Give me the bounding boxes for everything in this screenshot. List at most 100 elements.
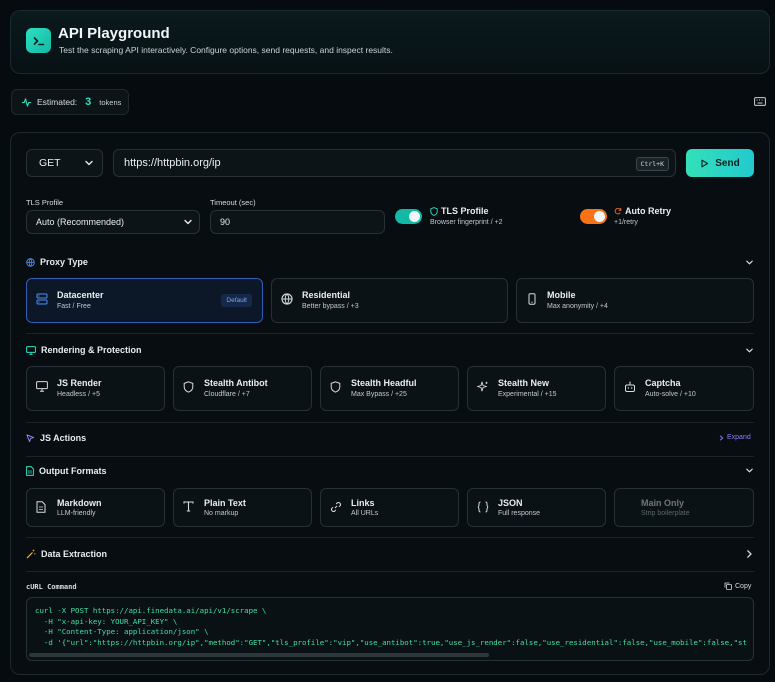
- chevron-right-icon[interactable]: [746, 549, 753, 559]
- card-title: Main Only: [641, 498, 685, 508]
- send-button[interactable]: Send: [686, 149, 754, 177]
- auto-retry-toggle[interactable]: [580, 209, 607, 224]
- type-icon: [183, 501, 194, 512]
- url-input[interactable]: https://httpbin.org/ip Ctrl+K: [113, 149, 676, 177]
- card-title: Links: [351, 498, 375, 508]
- render-card-stealth-antibot[interactable]: Stealth Antibot Cloudflare / +7: [173, 366, 312, 411]
- timeout-value: 90: [220, 217, 231, 227]
- js-actions-section-header[interactable]: JS Actions: [26, 433, 86, 443]
- code-line: curl -X POST https://api.finedata.ai/api…: [35, 606, 267, 615]
- proxy-card-datacenter[interactable]: Datacenter Fast / Free Default: [26, 278, 263, 323]
- chevron-down-icon[interactable]: [745, 346, 754, 355]
- copy-button[interactable]: Copy: [724, 582, 751, 590]
- code-line: -d '{"url":"https://httpbin.org/ip","met…: [35, 637, 747, 647]
- divider: [26, 456, 754, 457]
- extraction-section-header[interactable]: Data Extraction: [26, 549, 107, 559]
- output-card-markdown[interactable]: Markdown LLM-friendly: [26, 488, 165, 527]
- chevron-down-icon: [183, 217, 193, 227]
- chevron-right-icon: [719, 434, 724, 441]
- copy-icon: [724, 582, 732, 590]
- default-badge: Default: [221, 294, 252, 307]
- tls-profile-select[interactable]: Auto (Recommended): [26, 210, 200, 234]
- cursor-icon: [26, 433, 35, 443]
- tls-toggle-text: TLS Profile Browser fingerprint / +2: [430, 206, 503, 226]
- render-card-stealth-headful[interactable]: Stealth Headful Max Bypass / +25: [320, 366, 459, 411]
- url-value: https://httpbin.org/ip: [124, 157, 221, 169]
- output-card-links[interactable]: Links All URLs: [320, 488, 459, 527]
- card-subtitle: Max Bypass / +25: [351, 391, 407, 398]
- shield-check-icon: [430, 206, 438, 216]
- curl-code-block[interactable]: curl -X POST https://api.finedata.ai/api…: [26, 597, 754, 661]
- card-title: Markdown: [57, 498, 102, 508]
- card-subtitle: LLM-friendly: [57, 510, 96, 517]
- estimate-value: 3: [85, 96, 92, 108]
- refresh-icon: [614, 207, 622, 215]
- tls-profile-label: TLS Profile: [26, 198, 64, 207]
- card-title: Datacenter: [57, 290, 104, 300]
- card-title: Stealth New: [498, 378, 550, 388]
- header-card: [10, 10, 770, 74]
- card-title: Stealth Antibot: [204, 378, 268, 388]
- card-title: JS Render: [57, 378, 102, 388]
- card-subtitle: Auto-solve / +10: [645, 391, 696, 398]
- sparkles-icon: [477, 381, 489, 393]
- card-subtitle: No markup: [204, 510, 239, 517]
- chevron-down-icon: [84, 158, 94, 168]
- extraction-section-title: Data Extraction: [41, 549, 108, 559]
- output-section-header[interactable]: Output Formats: [26, 466, 107, 476]
- divider: [26, 333, 754, 334]
- card-title: JSON: [498, 498, 523, 508]
- timeout-input[interactable]: 90: [210, 210, 385, 234]
- terminal-icon: [26, 28, 51, 53]
- token-estimate: Estimated: 3 tokens: [11, 89, 129, 115]
- output-section-title: Output Formats: [39, 466, 107, 476]
- keyboard-icon[interactable]: [754, 97, 766, 106]
- divider: [26, 422, 754, 423]
- curl-label: cURL Command: [26, 583, 77, 591]
- render-card-stealth-new[interactable]: Stealth New Experimental / +15: [467, 366, 606, 411]
- chevron-down-icon[interactable]: [745, 258, 754, 267]
- timeout-label: Timeout (sec): [210, 198, 256, 207]
- divider: [26, 537, 754, 538]
- proxy-card-residential[interactable]: Residential Better bypass / +3: [271, 278, 508, 323]
- card-subtitle: Strip boilerplate: [641, 510, 690, 517]
- shield-icon: [330, 381, 341, 393]
- monitor-icon: [36, 381, 48, 392]
- code-line: -H "x-api-key: YOUR_API_KEY" \: [35, 616, 178, 626]
- output-card-json[interactable]: JSON Full response: [467, 488, 606, 527]
- rendering-section-header[interactable]: Rendering & Protection: [26, 345, 142, 355]
- globe-icon: [26, 257, 35, 267]
- copy-label: Copy: [735, 582, 752, 590]
- output-card-main-only[interactable]: Main Only Strip boilerplate: [614, 488, 754, 527]
- proxy-card-mobile[interactable]: Mobile Max anonymity / +4: [516, 278, 754, 323]
- method-select[interactable]: GET: [26, 149, 103, 177]
- render-card-js-render[interactable]: JS Render Headless / +5: [26, 366, 165, 411]
- tls-toggle-subtitle: Browser fingerprint / +2: [430, 219, 503, 226]
- divider: [26, 571, 754, 572]
- braces-icon: [477, 501, 489, 513]
- output-card-plain-text[interactable]: Plain Text No markup: [173, 488, 312, 527]
- tls-profile-toggle[interactable]: [395, 209, 422, 224]
- card-subtitle: Better bypass / +3: [302, 303, 359, 310]
- expand-button[interactable]: Expand: [719, 434, 751, 441]
- horizontal-scrollbar[interactable]: [29, 653, 489, 657]
- rendering-section-title: Rendering & Protection: [41, 345, 142, 355]
- expand-label: Expand: [727, 434, 751, 441]
- proxy-section-header[interactable]: Proxy Type: [26, 257, 88, 267]
- send-label: Send: [715, 157, 740, 169]
- card-subtitle: Headless / +5: [57, 391, 100, 398]
- chevron-down-icon[interactable]: [745, 466, 754, 475]
- card-title: Mobile: [547, 290, 576, 300]
- card-subtitle: Max anonymity / +4: [547, 303, 608, 310]
- activity-icon: [21, 97, 32, 108]
- method-value: GET: [39, 157, 61, 169]
- card-subtitle: Full response: [498, 510, 541, 517]
- render-card-captcha[interactable]: Captcha Auto-solve / +10: [614, 366, 754, 411]
- bot-icon: [624, 381, 636, 393]
- tls-profile-value: Auto (Recommended): [36, 217, 125, 227]
- page-subtitle: Test the scraping API interactively. Con…: [59, 45, 393, 55]
- card-title: Plain Text: [204, 498, 246, 508]
- file-text-icon: [36, 501, 46, 513]
- card-subtitle: Experimental / +15: [498, 391, 557, 398]
- card-subtitle: All URLs: [351, 510, 379, 517]
